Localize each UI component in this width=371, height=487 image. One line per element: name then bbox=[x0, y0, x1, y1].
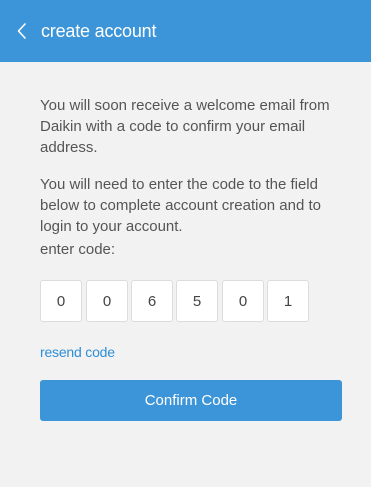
code-digit-1[interactable]: 0 bbox=[40, 280, 82, 322]
info-paragraph-email: You will soon receive a welcome email fr… bbox=[40, 97, 330, 156]
page-title: create account bbox=[41, 21, 157, 41]
code-digit-3[interactable]: 6 bbox=[131, 280, 173, 322]
resend-code-link[interactable]: resend code bbox=[40, 343, 115, 361]
code-digit-5[interactable]: 0 bbox=[222, 280, 264, 322]
code-input-row: 0 0 6 5 0 1 bbox=[40, 280, 340, 322]
info-paragraph-instructions: You will need to enter the code to the f… bbox=[40, 176, 322, 235]
back-button[interactable] bbox=[14, 20, 30, 42]
code-digit-4[interactable]: 5 bbox=[176, 280, 218, 322]
chevron-left-icon bbox=[17, 23, 27, 39]
app-header: create account bbox=[0, 0, 371, 62]
code-label: enter code: bbox=[40, 241, 116, 258]
code-digit-6[interactable]: 1 bbox=[267, 280, 309, 322]
code-digit-2[interactable]: 0 bbox=[86, 280, 128, 322]
confirm-code-button[interactable]: Confirm Code bbox=[40, 380, 342, 421]
